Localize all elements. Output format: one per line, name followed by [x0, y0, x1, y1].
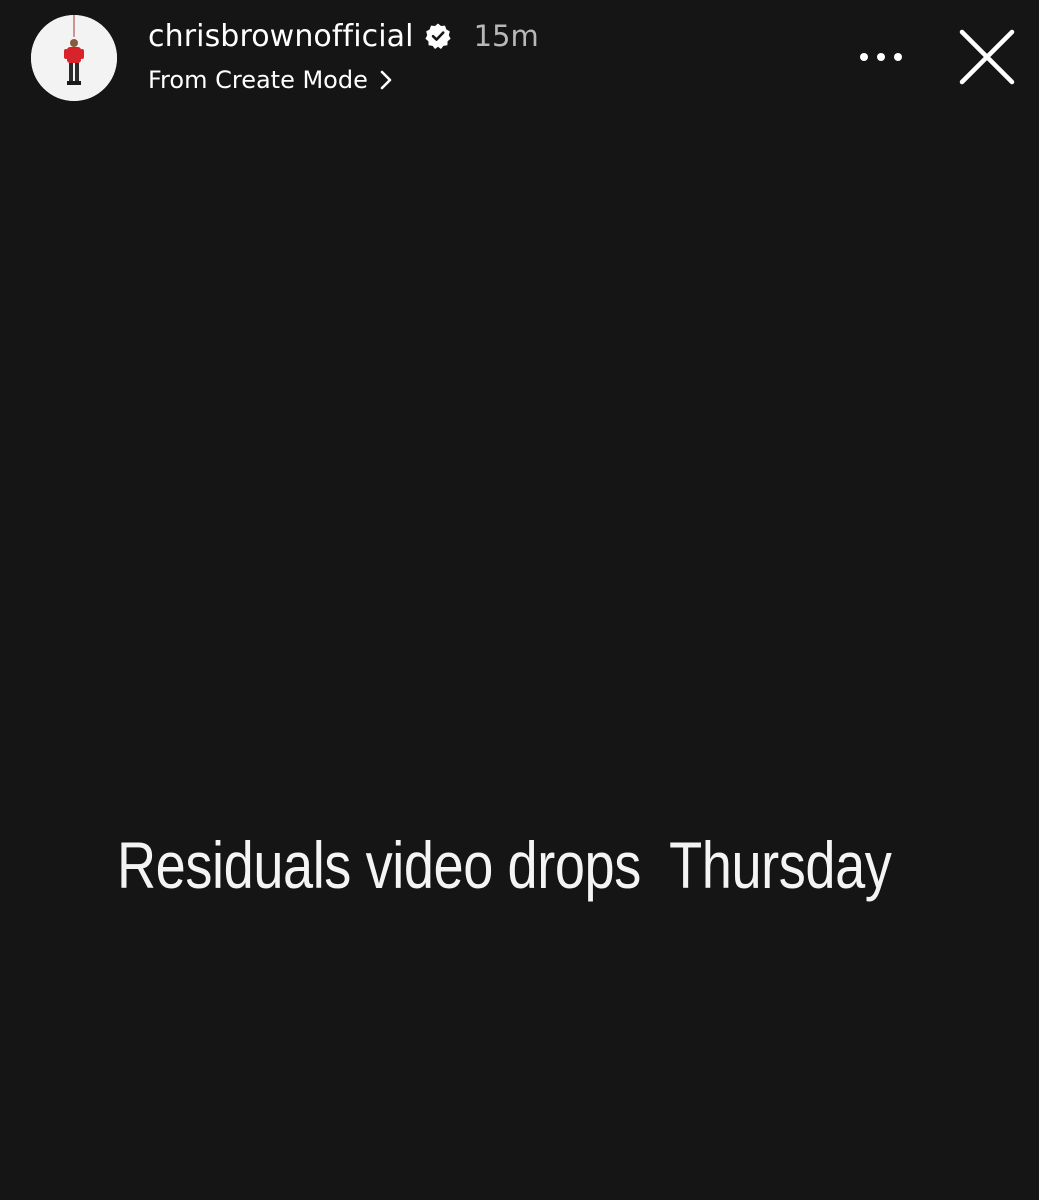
avatar-figure-icon [31, 15, 117, 101]
create-mode-link[interactable]: From Create Mode [148, 62, 394, 98]
close-icon [959, 29, 1015, 85]
verified-badge-icon [424, 22, 452, 50]
user-line: chrisbrownofficial 15m [148, 14, 539, 58]
timestamp: 15m [473, 19, 539, 53]
create-mode-label: From Create Mode [148, 66, 368, 94]
close-button[interactable] [952, 22, 1022, 92]
story-caption: Residuals video drops Thursday [0, 826, 1039, 902]
caption-text: Residuals video drops Thursday [117, 828, 892, 902]
story-header: chrisbrownofficial 15m From Create Mode [0, 0, 1039, 120]
more-options-button[interactable] [852, 36, 910, 78]
more-horizontal-icon [860, 53, 902, 61]
avatar[interactable] [31, 15, 117, 101]
username[interactable]: chrisbrownofficial [148, 19, 414, 54]
chevron-right-icon [378, 69, 394, 91]
story-viewer[interactable]: chrisbrownofficial 15m From Create Mode [0, 0, 1039, 1200]
